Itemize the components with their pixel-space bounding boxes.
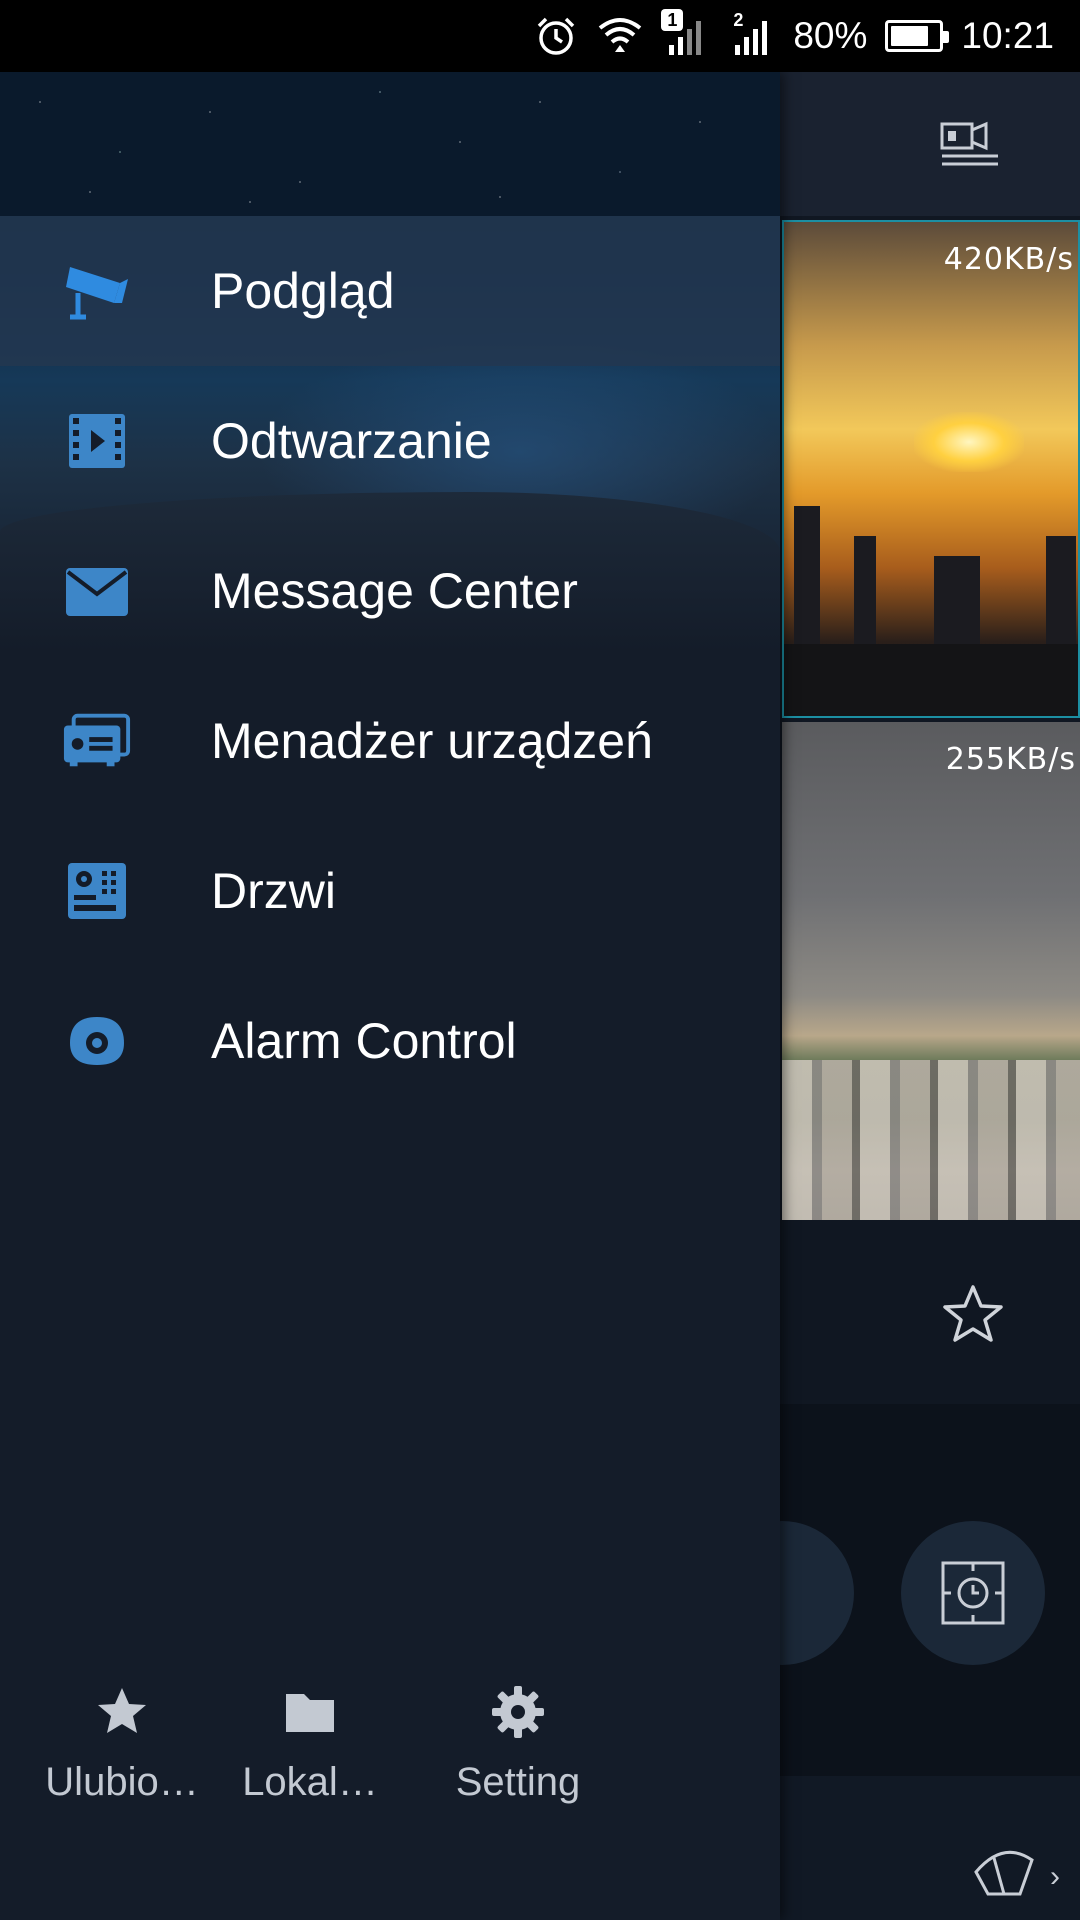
rooftops (782, 1060, 1080, 1220)
playback-button[interactable] (901, 1521, 1045, 1665)
playback-clock-icon (941, 1561, 1005, 1625)
navigation-drawer: Podgląd Odtwarzanie Message Center Menad… (0, 72, 780, 1920)
sim2-badge: 2 (733, 10, 744, 30)
signal-1-icon: 1 (661, 9, 709, 59)
star-icon (92, 1682, 152, 1742)
bitrate-label: 420KB/s (943, 242, 1074, 277)
bg-bottom-bar: › (780, 1776, 1080, 1920)
dvr-device-icon (62, 709, 132, 773)
background-app: 420KB/s 255KB/s › (710, 72, 1080, 1920)
door-intercom-icon (62, 859, 132, 923)
menu-item-label: Odtwarzanie (211, 413, 492, 469)
star-icon[interactable] (940, 1282, 1006, 1348)
ground (784, 644, 1078, 716)
wifi-icon (597, 13, 643, 59)
menu-item-device-manager[interactable]: Menadżer urządzeń (0, 666, 780, 816)
building (1046, 536, 1076, 646)
battery-icon (885, 20, 950, 52)
chevron-right-icon[interactable]: › (1050, 1860, 1060, 1894)
menu-item-message-center[interactable]: Message Center (0, 516, 780, 666)
camera-feed-2[interactable]: 255KB/s (782, 722, 1080, 1220)
bg-toolbar (780, 72, 1080, 216)
wiper-icon[interactable] (970, 1844, 1036, 1905)
signal-2-icon: 2 (727, 10, 775, 59)
menu-item-label: Message Center (211, 563, 578, 619)
menu-item-label: Podgląd (211, 263, 395, 319)
nav-label: Lokal… (242, 1760, 378, 1804)
status-time: 10:21 (961, 15, 1054, 56)
nav-local[interactable]: Lokal… (210, 1682, 410, 1805)
cctv-camera-icon (62, 259, 132, 323)
nav-label: Setting (455, 1760, 581, 1804)
film-play-icon (62, 409, 132, 473)
menu-item-label: Alarm Control (211, 1013, 517, 1069)
camera-list-icon[interactable] (940, 118, 1000, 170)
envelope-icon (62, 559, 132, 623)
battery-percent: 80% (793, 15, 868, 56)
folder-icon (280, 1682, 340, 1742)
nav-label: Ulubio… (45, 1760, 199, 1804)
menu-item-label: Drzwi (211, 863, 336, 919)
camera-feed-1[interactable]: 420KB/s (782, 220, 1080, 718)
menu-item-label: Menadżer urządzeń (211, 713, 653, 769)
building (794, 506, 820, 646)
alarm-clock-icon (533, 13, 579, 59)
nav-setting[interactable]: Setting (418, 1682, 618, 1805)
menu-item-podglad[interactable]: Podgląd (0, 216, 780, 366)
menu-item-drzwi[interactable]: Drzwi (0, 816, 780, 966)
starry-sky (0, 72, 780, 216)
drawer-menu: Podgląd Odtwarzanie Message Center Menad… (0, 216, 780, 1116)
bitrate-label: 255KB/s (945, 742, 1076, 777)
screen: 1 2 80% 10:21 420KB/s 255KB/s › Podgląd … (0, 0, 1080, 1920)
menu-item-odtwarzanie[interactable]: Odtwarzanie (0, 366, 780, 516)
menu-item-alarm-control[interactable]: Alarm Control (0, 966, 780, 1116)
drawer-bottom-nav: Ulubio… Lokal… Setting (0, 1682, 780, 1882)
sim1-badge: 1 (661, 9, 684, 31)
status-bar: 1 2 80% 10:21 (0, 0, 1080, 72)
building (854, 536, 876, 646)
gear-icon (488, 1682, 548, 1742)
nav-favorites[interactable]: Ulubio… (22, 1682, 222, 1805)
alarm-sensor-icon (62, 1009, 132, 1073)
building (934, 556, 980, 646)
sun-glow (914, 412, 1024, 472)
